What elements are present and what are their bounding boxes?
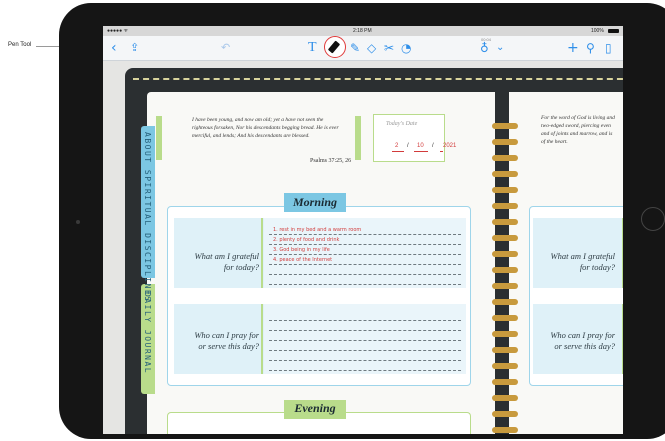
wrench-icon[interactable]: ⚲ [586, 40, 595, 56]
battery-percent: 100% [591, 28, 604, 34]
pages-icon[interactable]: ▯ [605, 40, 612, 56]
spiral-ring [492, 395, 518, 401]
lasso-icon[interactable]: ✂ [384, 40, 394, 56]
handwritten-entry: 4. peace of the Internet [273, 257, 333, 263]
answer-line [269, 330, 461, 331]
spiral-ring [492, 427, 518, 433]
spiral-ring [492, 411, 518, 417]
spiral-ring [492, 283, 518, 289]
handwritten-entry: 2. plenty of food and drink [273, 237, 340, 243]
date-separator: / [407, 143, 409, 149]
share-icon[interactable]: ⇪ [130, 40, 139, 56]
pray-answer-box[interactable] [264, 304, 466, 374]
answer-line [269, 234, 461, 235]
date-month[interactable]: 2 [395, 143, 398, 149]
spiral-ring [492, 267, 518, 273]
spiral-ring [492, 331, 518, 337]
undo-icon[interactable]: ↶ [221, 40, 230, 56]
answer-line [269, 264, 461, 265]
screen: ●●●●● ᯤ 2:18 PM 100% 00:04 ‹ ⇪ ↶ T ✎ ◇ ✂… [103, 26, 623, 434]
front-camera [76, 220, 80, 224]
chevron-down-icon[interactable]: ⌄ [496, 40, 504, 56]
spiral-ring [492, 219, 518, 225]
answer-line [269, 350, 461, 351]
microphone-icon[interactable]: ♁ [480, 40, 489, 56]
answer-line [269, 284, 461, 285]
date-year[interactable]: 2021 [443, 143, 456, 149]
pray-divider [261, 304, 263, 374]
status-bar: ●●●●● ᯤ 2:18 PM 100% [103, 26, 623, 36]
grateful-divider [261, 218, 263, 288]
spiral-ring [492, 251, 518, 257]
chevron-left-icon[interactable]: ‹ [111, 40, 117, 56]
spiral-ring [492, 299, 518, 305]
answer-line [269, 274, 461, 275]
date-separator: / [432, 143, 434, 149]
status-time: 2:18 PM [353, 28, 372, 34]
answer-line [269, 320, 461, 321]
answer-line [269, 244, 461, 245]
tab-daily-journal-label: DAILY JOURNAL [143, 292, 152, 375]
pen-tool-callout: Pen Tool [8, 42, 32, 48]
handwritten-entry: 3. God being in my life [273, 247, 330, 253]
quote-line: I have been young, and now am old; yet a… [192, 117, 324, 123]
pray-question: Who can I pray for or serve this day? [194, 330, 259, 351]
tab-spiritual-disciplines-label: ABOUT SPIRITUAL DISCIPLINES [143, 132, 152, 303]
spiral-ring [492, 123, 518, 129]
toolbar: 00:04 ‹ ⇪ ↶ T ✎ ◇ ✂ ◔ ♁ ⌄ + ⚲ ▯ [103, 36, 623, 61]
spiral-ring [492, 363, 518, 369]
scripture-reference: Psalms 37:25, 26 [310, 158, 352, 164]
date-title: Today's Date [386, 121, 418, 127]
right-pray-question: Who can I pray for or serve this day? [550, 330, 615, 351]
quote-line: merciful, and lends; And his descendants… [192, 133, 310, 139]
answer-line [269, 370, 461, 371]
text-tool-icon[interactable]: T [308, 40, 317, 56]
date-underline [392, 151, 404, 152]
right-grateful-question: What am I grateful for today? [550, 251, 615, 272]
quote-line: righteous forsaken, Nor his descendants … [192, 125, 339, 131]
spiral-ring [492, 187, 518, 193]
spiral-ring [492, 315, 518, 321]
cover-stitching [133, 78, 623, 80]
date-underline [414, 151, 428, 152]
signal-indicator: ●●●●● ᯤ [107, 28, 129, 34]
answer-line [269, 360, 461, 361]
answer-line [269, 340, 461, 341]
handwritten-entry: 1. rest in my bed and a warm room [273, 227, 362, 233]
grateful-question: What am I grateful for today? [194, 251, 259, 272]
scripture-quote: I have been young, and now am old; yet a… [192, 116, 339, 140]
spiral-ring [492, 379, 518, 385]
home-button[interactable] [641, 207, 665, 231]
spiral-ring [492, 235, 518, 241]
plus-icon[interactable]: + [567, 40, 579, 56]
date-day[interactable]: 10 [417, 143, 424, 149]
right-page-quote: For the word of God is living and two-ed… [541, 115, 615, 145]
spiral-ring [492, 155, 518, 161]
quote-accent-bar [156, 116, 162, 160]
right-grateful-divider [622, 218, 623, 288]
shapes-icon[interactable]: ◔ [401, 40, 411, 56]
spiral-ring [492, 203, 518, 209]
date-accent-bar [355, 116, 361, 160]
answer-line [269, 254, 461, 255]
spiral-ring [492, 139, 518, 145]
spiral-ring [492, 347, 518, 353]
date-underline [440, 151, 443, 152]
morning-title: Morning [292, 195, 338, 209]
spiral-ring [492, 171, 518, 177]
evening-title: Evening [294, 401, 336, 415]
battery-icon [608, 29, 619, 33]
eraser-icon[interactable]: ◇ [367, 40, 376, 56]
highlighter-icon[interactable]: ✎ [350, 40, 360, 56]
right-pray-divider [622, 304, 623, 374]
